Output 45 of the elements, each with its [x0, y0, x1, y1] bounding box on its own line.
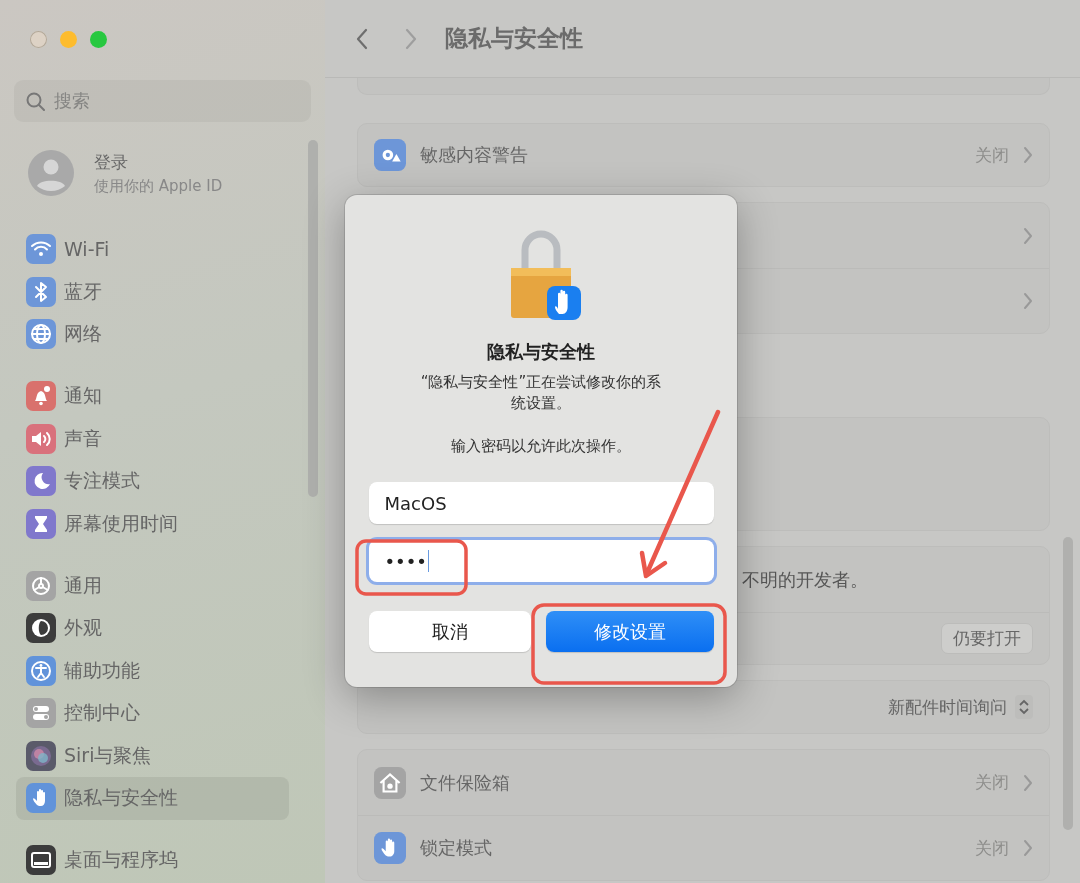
- password-field[interactable]: ••••: [368, 540, 714, 582]
- updown-icon: [1015, 695, 1033, 719]
- popup-menu[interactable]: 新配件时间询问: [888, 695, 1033, 719]
- minimize-button[interactable]: [60, 31, 77, 48]
- sidebar-item[interactable]: 外观: [16, 607, 289, 650]
- sidebar-item[interactable]: 声音: [16, 417, 289, 460]
- search-icon: [26, 91, 45, 111]
- sidebar-item[interactable]: 网络: [16, 313, 289, 356]
- sidebar-item[interactable]: 蓝牙: [16, 270, 289, 313]
- chevron-icon: [1023, 146, 1033, 164]
- dialog-title: 隐私与安全性: [487, 340, 595, 364]
- search-field[interactable]: 搜索: [14, 80, 311, 122]
- setting-label: 敏感内容警告: [420, 143, 529, 167]
- page-title: 隐私与安全性: [445, 24, 583, 53]
- sidebar-item[interactable]: Siri与聚焦: [16, 734, 289, 777]
- dialog-prompt: 输入密码以允许此次操作。: [451, 437, 631, 456]
- sidebar-item[interactable]: 通用: [16, 564, 289, 607]
- sidebar-item[interactable]: 辅助功能: [16, 649, 289, 692]
- confirm-button[interactable]: 修改设置: [545, 611, 714, 652]
- sidebar-item[interactable]: 桌面与程序坞: [16, 839, 289, 882]
- sidebar-item[interactable]: 专注模式: [16, 460, 289, 503]
- back-icon: [355, 27, 369, 50]
- chevron-icon: [1023, 226, 1033, 245]
- cancel-button[interactable]: 取消: [368, 611, 531, 652]
- setting-label: 锁定模式: [420, 836, 493, 860]
- account-subtitle: 使用你的 Apple ID: [94, 176, 223, 196]
- sidebar-item[interactable]: 屏幕使用时间: [16, 502, 289, 545]
- chevron-icon: [1023, 292, 1033, 310]
- forward-icon: [404, 27, 418, 50]
- setting-label: 文件保险箱: [420, 770, 511, 795]
- scrollbar[interactable]: [308, 140, 318, 497]
- open-anyway-button[interactable]: 仍要打开: [941, 623, 1033, 654]
- close-button[interactable]: [30, 31, 47, 48]
- chevron-icon: [1023, 839, 1033, 857]
- setting-description: 不明的开发者。: [741, 567, 868, 592]
- chevron-icon: [1023, 773, 1033, 792]
- sidebar-item[interactable]: Wi-Fi: [16, 228, 289, 271]
- zoom-button[interactable]: [90, 31, 107, 48]
- dialog-message: “隐私与安全性”正在尝试修改你的系统设置。: [419, 372, 663, 414]
- avatar-icon: [28, 150, 74, 196]
- account-title[interactable]: 登录: [94, 150, 223, 174]
- sidebar-item[interactable]: 通知: [16, 375, 289, 418]
- username-field[interactable]: MacOS: [368, 482, 714, 524]
- sidebar-item[interactable]: 隐私与安全性: [16, 777, 289, 820]
- sidebar-item[interactable]: 控制中心: [16, 692, 289, 735]
